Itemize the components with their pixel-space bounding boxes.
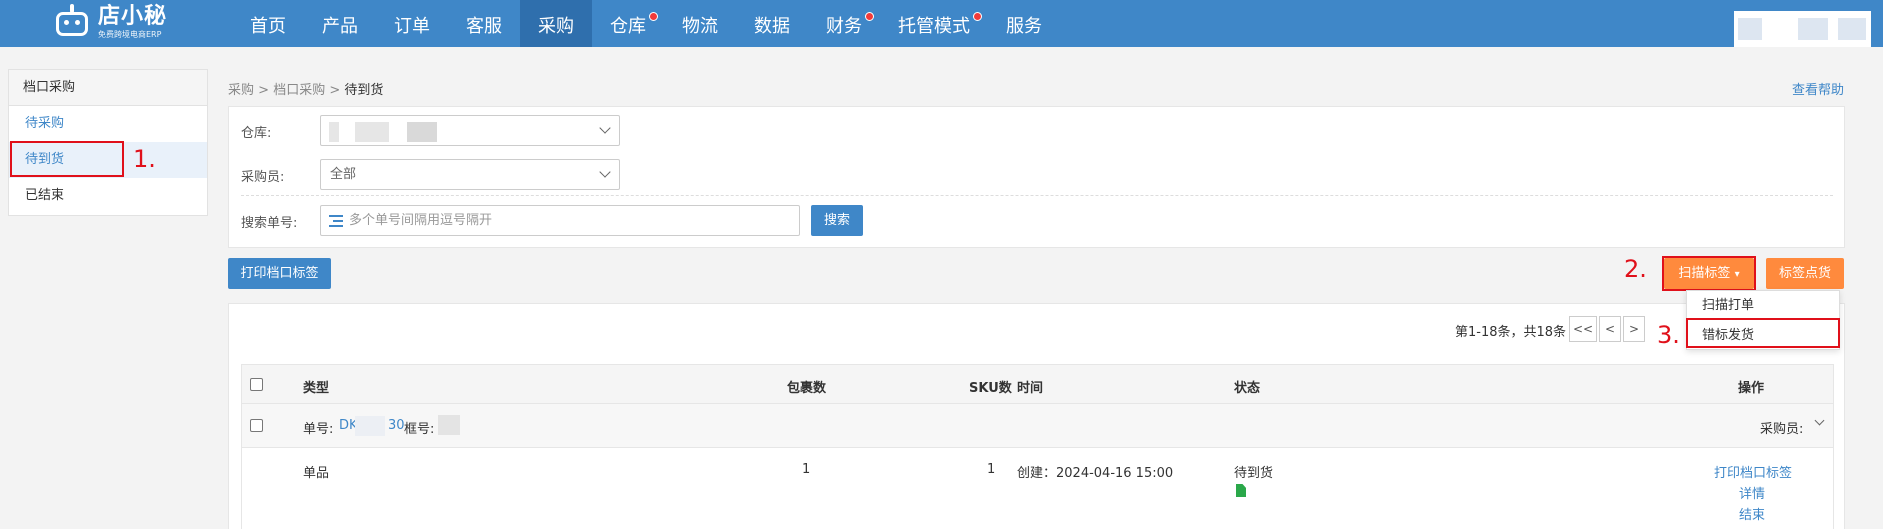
warehouse-select[interactable]	[320, 115, 620, 146]
annotation-box-2	[1662, 256, 1756, 291]
buyer-label: 采购员:	[1760, 422, 1804, 437]
notification-dot	[973, 12, 982, 21]
annotation-box-1	[10, 141, 124, 177]
buyer-label: 采购员:	[241, 170, 285, 185]
search-order-field[interactable]	[320, 205, 800, 236]
annotation-box-3	[1686, 318, 1840, 348]
top-nav-bar: 店小秘 免费跨境电商ERP 首页 产品 订单 客服 采购 仓库 物流 数据 财务…	[0, 0, 1883, 47]
sidebar-item-finished[interactable]: 已结束	[9, 178, 207, 214]
nav-customer-service[interactable]: 客服	[448, 0, 520, 47]
robot-logo-icon	[52, 4, 92, 40]
logo-subtitle: 免费跨境电商ERP	[98, 29, 162, 39]
buyer-select-value: 全部	[330, 167, 357, 182]
nav-orders[interactable]: 订单	[376, 0, 448, 47]
header-status: 状态	[1234, 381, 1261, 396]
main-nav: 首页 产品 订单 客服 采购 仓库 物流 数据 财务 托管模式 服务	[232, 0, 1060, 47]
logo-name: 店小秘	[98, 3, 168, 29]
breadcrumb-stall-purchase[interactable]: 档口采购	[273, 83, 325, 98]
notification-dot	[865, 12, 874, 21]
header-type: 类型	[303, 381, 330, 396]
nav-hosted-mode[interactable]: 托管模式	[880, 0, 988, 47]
finish-link[interactable]: 结束	[1739, 504, 1765, 523]
sidebar-title: 档口采购	[9, 70, 207, 106]
header-time: 时间	[1017, 381, 1044, 396]
chevron-down-icon	[599, 122, 611, 134]
cell-status: 待到货	[1234, 466, 1274, 481]
notification-dot	[649, 12, 658, 21]
sidebar-item-pending-purchase[interactable]: 待采购	[9, 106, 207, 142]
nav-finance[interactable]: 财务	[808, 0, 880, 47]
user-account-box[interactable]	[1734, 11, 1871, 47]
cell-sku: 1	[987, 462, 996, 477]
chevron-down-icon[interactable]	[1814, 415, 1825, 426]
label-count-button[interactable]: 标签点货	[1766, 258, 1844, 289]
breadcrumb-current: 待到货	[344, 83, 384, 98]
menu-item-scan-print[interactable]: 扫描打单	[1687, 291, 1839, 321]
chevron-down-icon	[599, 166, 611, 178]
buyer-select[interactable]: 全部	[320, 159, 620, 190]
document-icon[interactable]	[1236, 484, 1246, 497]
box-number-label: 框号:	[404, 422, 435, 437]
pager-summary: 第1-18条，共18条	[1455, 325, 1567, 340]
header-actions: 操作	[1738, 381, 1765, 396]
search-button[interactable]: 搜索	[811, 205, 863, 236]
order-number-label: 单号:	[303, 422, 334, 437]
table-header: 类型 包裹数 SKU数 时间 状态 操作	[241, 364, 1834, 404]
redacted-box-number	[438, 415, 460, 435]
annotation-label-2: 2.	[1624, 255, 1647, 283]
nav-purchase[interactable]: 采购	[520, 0, 592, 47]
nav-warehouse[interactable]: 仓库	[592, 0, 664, 47]
nav-services[interactable]: 服务	[988, 0, 1060, 47]
search-label: 搜索单号:	[241, 216, 298, 231]
cell-type: 单品	[303, 466, 330, 481]
table-panel: 第1-18条，共18条 << < > 类型 包裹数 SKU数 时间 状态 操作 …	[228, 303, 1845, 529]
pager-prev-button[interactable]: <	[1599, 316, 1621, 342]
nav-products[interactable]: 产品	[304, 0, 376, 47]
nav-home[interactable]: 首页	[232, 0, 304, 47]
nav-logistics[interactable]: 物流	[664, 0, 736, 47]
annotation-label-1: 1.	[133, 145, 156, 173]
filter-panel: 仓库: 采购员: 全部 搜索单号: 搜索	[228, 106, 1845, 248]
help-link[interactable]: 查看帮助	[1792, 79, 1844, 98]
breadcrumb: 采购 > 档口采购 > 待到货	[228, 83, 384, 98]
filter-divider	[241, 195, 1833, 196]
header-packages: 包裹数	[787, 381, 827, 396]
list-icon	[329, 215, 343, 227]
pager-next-button[interactable]: >	[1623, 316, 1645, 342]
search-order-input[interactable]	[349, 206, 789, 235]
redacted-order-number	[355, 416, 385, 436]
select-all-checkbox[interactable]	[250, 378, 263, 391]
table-row: 单品 1 1 创建：2024-04-16 15:00 待到货 打印档口标签 详情…	[241, 448, 1834, 529]
app-logo[interactable]: 店小秘 免费跨境电商ERP	[52, 2, 167, 42]
order-group-row: 单号: DK 30 框号: 采购员:	[241, 404, 1834, 448]
pager-first-button[interactable]: <<	[1569, 316, 1597, 342]
annotation-label-3: 3.	[1657, 321, 1680, 349]
cell-time: 创建：2024-04-16 15:00	[1017, 466, 1174, 481]
order-number-tail[interactable]: 30	[388, 418, 405, 433]
header-sku: SKU数	[969, 381, 1012, 396]
print-stall-label-button[interactable]: 打印档口标签	[228, 258, 331, 289]
nav-data[interactable]: 数据	[736, 0, 808, 47]
print-stall-label-link[interactable]: 打印档口标签	[1714, 462, 1792, 481]
row-checkbox[interactable]	[250, 419, 263, 432]
details-link[interactable]: 详情	[1739, 483, 1765, 502]
warehouse-label: 仓库:	[241, 126, 272, 141]
breadcrumb-purchase[interactable]: 采购	[228, 83, 254, 98]
cell-packages: 1	[802, 462, 811, 477]
